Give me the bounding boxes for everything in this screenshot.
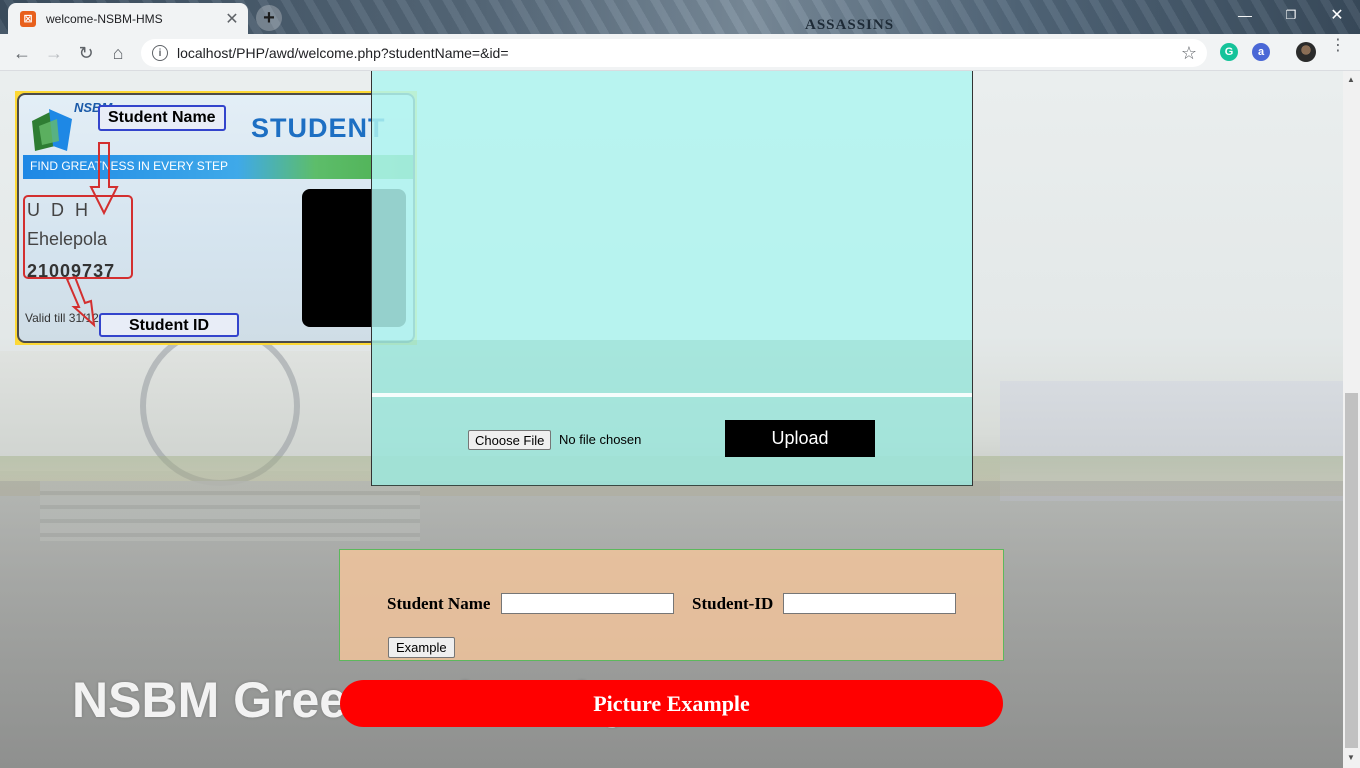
- student-id-input[interactable]: [783, 593, 956, 614]
- browser-tab[interactable]: ⊠ welcome-NSBM-HMS ✕: [8, 3, 248, 34]
- annotation-arrows: [65, 142, 119, 328]
- student-id-label: Student-ID: [692, 594, 774, 613]
- restore-button[interactable]: ❐: [1268, 4, 1314, 26]
- forward-arrow-icon[interactable]: →: [41, 40, 67, 66]
- bookmark-star-icon[interactable]: ☆: [1181, 43, 1197, 64]
- tab-title: welcome-NSBM-HMS: [46, 11, 163, 26]
- student-name-input[interactable]: [501, 593, 674, 614]
- choose-file-button[interactable]: Choose File: [468, 430, 552, 450]
- tab-close-icon[interactable]: ✕: [222, 9, 242, 29]
- back-arrow-icon[interactable]: ←: [9, 40, 35, 66]
- browser-titlebar: ⊠ welcome-NSBM-HMS ✕ + ASSASSINS — ❐ ✕: [0, 0, 1360, 34]
- info-icon[interactable]: i: [152, 45, 168, 61]
- url-text[interactable]: localhost/PHP/awd/welcome.php?studentNam…: [177, 45, 509, 61]
- browser-menu-icon[interactable]: ⋮: [1330, 38, 1346, 54]
- no-file-chosen-text: No file chosen: [559, 432, 642, 447]
- reload-icon[interactable]: ↻: [73, 40, 99, 66]
- student-card-image: NSBM STUDENT FIND GREATNESS IN EVERY STE…: [15, 91, 417, 345]
- grammarly-extension-icon[interactable]: G: [1220, 43, 1238, 61]
- extension-a-icon[interactable]: a: [1252, 43, 1270, 61]
- xampp-icon: ⊠: [20, 10, 36, 27]
- background-steps: [40, 481, 420, 541]
- scrollbar-thumb[interactable]: [1345, 393, 1358, 748]
- address-bar[interactable]: i localhost/PHP/awd/welcome.php?studentN…: [141, 39, 1207, 67]
- student-form-panel: Student Name Student-ID Example: [339, 549, 1004, 661]
- example-button[interactable]: Example: [388, 637, 455, 658]
- upload-panel: Choose File No file chosen Upload: [371, 71, 973, 486]
- home-icon[interactable]: ⌂: [105, 40, 131, 66]
- minimize-button[interactable]: —: [1222, 4, 1268, 26]
- label-student-id: Student ID: [99, 313, 239, 337]
- browser-toolbar: ← → ↻ ⌂ i localhost/PHP/awd/welcome.php?…: [0, 34, 1360, 71]
- scroll-down-arrow-icon[interactable]: ▼: [1347, 753, 1355, 762]
- new-tab-button[interactable]: +: [256, 5, 282, 31]
- picture-example-button[interactable]: Picture Example: [340, 680, 1003, 727]
- scroll-up-arrow-icon[interactable]: ▲: [1347, 75, 1355, 84]
- label-student-name: Student Name: [98, 105, 226, 131]
- upload-button[interactable]: Upload: [725, 420, 875, 457]
- student-name-label: Student Name: [387, 594, 491, 613]
- profile-avatar[interactable]: [1296, 42, 1316, 62]
- student-card: NSBM STUDENT FIND GREATNESS IN EVERY STE…: [17, 93, 415, 343]
- page-scrollbar[interactable]: ▲ ▼: [1343, 71, 1360, 768]
- close-window-button[interactable]: ✕: [1314, 4, 1360, 26]
- upload-divider: [372, 393, 972, 397]
- theme-logo: ASSASSINS: [805, 17, 895, 33]
- upload-panel-lower: [372, 340, 972, 486]
- page-viewport: NSBM Green University NSBM STUDENT FIND …: [0, 71, 1343, 768]
